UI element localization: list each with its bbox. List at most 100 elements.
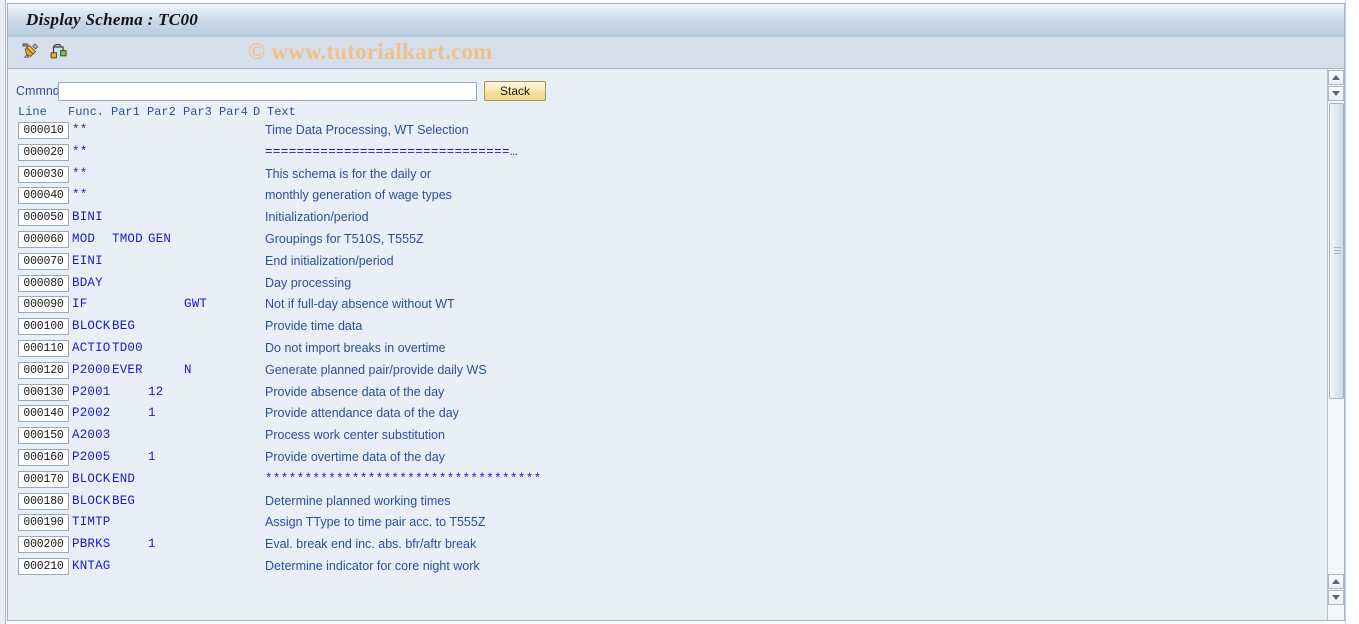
table-row[interactable]: 000010 ** Time Data Processing, WT Selecti…	[8, 121, 1298, 143]
cell-par2[interactable]: 12	[148, 385, 163, 399]
cell-func[interactable]: P2002	[72, 406, 111, 420]
table-row[interactable]: 000130 P2001 12 Provide absence data of the…	[8, 383, 1298, 405]
table-row[interactable]: 000050 BINI Initialization/period	[8, 208, 1298, 230]
cell-text[interactable]: ***********************************	[265, 472, 542, 486]
cell-text[interactable]: Groupings for T510S, T555Z	[265, 232, 424, 246]
cell-func[interactable]: P2000	[72, 363, 111, 377]
line-number-field[interactable]: 000210	[18, 557, 69, 575]
cell-text[interactable]: Provide time data	[265, 319, 362, 333]
cell-text[interactable]: Initialization/period	[265, 210, 369, 224]
table-row[interactable]: 000020 ** ===============================…	[8, 143, 1298, 165]
cell-func[interactable]: IF	[72, 297, 87, 311]
cell-func[interactable]: EINI	[72, 254, 103, 268]
cell-func[interactable]: **	[72, 145, 87, 159]
cell-text[interactable]: Determine planned working times	[265, 494, 451, 508]
cell-func[interactable]: TIMTP	[72, 515, 111, 529]
line-number-field[interactable]: 000030	[18, 165, 69, 183]
cell-func[interactable]: BDAY	[72, 276, 103, 290]
cell-text[interactable]: Determine indicator for core night work	[265, 559, 480, 573]
stack-button[interactable]: Stack	[484, 81, 546, 101]
cell-func[interactable]: BLOCK	[72, 319, 111, 333]
cell-text[interactable]: Provide attendance data of the day	[265, 406, 459, 420]
cell-func[interactable]: BINI	[72, 210, 103, 224]
scrollbar-thumb[interactable]	[1329, 103, 1344, 399]
table-row[interactable]: 000120 P2000 EVER N Generate planned pair/pr…	[8, 361, 1298, 383]
table-row[interactable]: 000070 EINI End initialization/period	[8, 252, 1298, 274]
line-number-field[interactable]: 000160	[18, 448, 69, 466]
cell-func[interactable]: ACTIO	[72, 341, 111, 355]
line-number-field[interactable]: 000140	[18, 405, 69, 423]
grid-vertical-scrollbar[interactable]	[1327, 69, 1344, 620]
line-number-field[interactable]: 000060	[18, 230, 69, 248]
cell-text[interactable]: Process work center substitution	[265, 428, 445, 442]
table-row[interactable]: 000190 TIMTP Assign TType to time pair acc…	[8, 513, 1298, 535]
line-number-field[interactable]: 000150	[18, 427, 69, 445]
table-row[interactable]: 000160 P2005 1 Provide overtime data of the…	[8, 448, 1298, 470]
cell-par3[interactable]: GWT	[184, 297, 207, 311]
cell-par1[interactable]: TD00	[112, 341, 143, 355]
cell-text[interactable]: Provide absence data of the day	[265, 385, 444, 399]
table-row[interactable]: 000170 BLOCK END **************************…	[8, 470, 1298, 492]
cell-par3[interactable]: N	[184, 363, 192, 377]
cell-func[interactable]: BLOCK	[72, 472, 111, 486]
line-number-field[interactable]: 000130	[18, 383, 69, 401]
scroll-up-bottom-button[interactable]	[1328, 574, 1344, 589]
cell-par1[interactable]: TMOD	[112, 232, 143, 246]
cell-text[interactable]: Generate planned pair/provide daily WS	[265, 363, 487, 377]
table-row[interactable]: 000100 BLOCK BEG Provide time data	[8, 317, 1298, 339]
cell-func[interactable]: MOD	[72, 232, 95, 246]
cell-text[interactable]: End initialization/period	[265, 254, 394, 268]
cell-func[interactable]: KNTAG	[72, 559, 111, 573]
cell-text[interactable]: Eval. break end inc. abs. bfr/aftr break	[265, 537, 476, 551]
cell-text[interactable]: Do not import breaks in overtime	[265, 341, 446, 355]
cell-func[interactable]: **	[72, 123, 87, 137]
line-number-field[interactable]: 000080	[18, 274, 69, 292]
table-row[interactable]: 000150 A2003 Process work center substitut…	[8, 426, 1298, 448]
table-row[interactable]: 000110 ACTIO TD00 Do not import breaks in o…	[8, 339, 1298, 361]
line-number-field[interactable]: 000200	[18, 536, 69, 554]
cell-text[interactable]: monthly generation of wage types	[265, 188, 452, 202]
line-number-field[interactable]: 000180	[18, 492, 69, 510]
table-row[interactable]: 000030 ** This schema is for the daily or	[8, 165, 1298, 187]
line-number-field[interactable]: 000070	[18, 252, 69, 270]
cell-text[interactable]: Assign TType to time pair acc. to T555Z	[265, 515, 485, 529]
cell-text[interactable]: ===============================…	[265, 145, 518, 159]
line-number-field[interactable]: 000190	[18, 514, 69, 532]
cell-text[interactable]: This schema is for the daily or	[265, 167, 431, 181]
table-row[interactable]: 000040 ** monthly generation of wage types	[8, 186, 1298, 208]
cell-func[interactable]: P2005	[72, 450, 111, 464]
line-number-field[interactable]: 000020	[18, 143, 69, 161]
cell-text[interactable]: Not if full-day absence without WT	[265, 297, 455, 311]
structure-hierarchy-button[interactable]	[48, 42, 70, 63]
table-row[interactable]: 000140 P2002 1 Provide attendance data of t…	[8, 404, 1298, 426]
cell-par1[interactable]: BEG	[112, 494, 135, 508]
table-row[interactable]: 000060 MOD TMOD GEN Groupings for T510S, T55…	[8, 230, 1298, 252]
line-number-field[interactable]: 000170	[18, 470, 69, 488]
cell-par1[interactable]: EVER	[112, 363, 143, 377]
cell-func[interactable]: A2003	[72, 428, 111, 442]
table-row[interactable]: 000180 BLOCK BEG Determine planned working …	[8, 492, 1298, 514]
command-input[interactable]	[58, 81, 477, 101]
line-number-field[interactable]: 000050	[18, 209, 69, 227]
cell-text[interactable]: Provide overtime data of the day	[265, 450, 445, 464]
cell-par1[interactable]: BEG	[112, 319, 135, 333]
cell-text[interactable]: Day processing	[265, 276, 351, 290]
scroll-up-top-button[interactable]	[1328, 70, 1344, 85]
cell-func[interactable]: **	[72, 188, 87, 202]
cell-func[interactable]: P2001	[72, 385, 111, 399]
table-row[interactable]: 000090 IF GWT Not if full-day absence witho…	[8, 295, 1298, 317]
cell-par2[interactable]: 1	[148, 450, 156, 464]
edit-pencil-button[interactable]	[19, 42, 41, 63]
cell-func[interactable]: **	[72, 167, 87, 181]
cell-text[interactable]: Time Data Processing, WT Selection	[265, 123, 469, 137]
table-row[interactable]: 000200 PBRKS 1 Eval. break end inc. abs. bf…	[8, 535, 1298, 557]
cell-par2[interactable]: 1	[148, 537, 156, 551]
cell-par2[interactable]: GEN	[148, 232, 171, 246]
line-number-field[interactable]: 000010	[18, 122, 69, 139]
scroll-down-top-button[interactable]	[1328, 86, 1344, 101]
cell-par2[interactable]: 1	[148, 406, 156, 420]
line-number-field[interactable]: 000090	[18, 296, 69, 314]
cell-func[interactable]: BLOCK	[72, 494, 111, 508]
line-number-field[interactable]: 000040	[18, 187, 69, 205]
line-number-field[interactable]: 000110	[18, 339, 69, 357]
